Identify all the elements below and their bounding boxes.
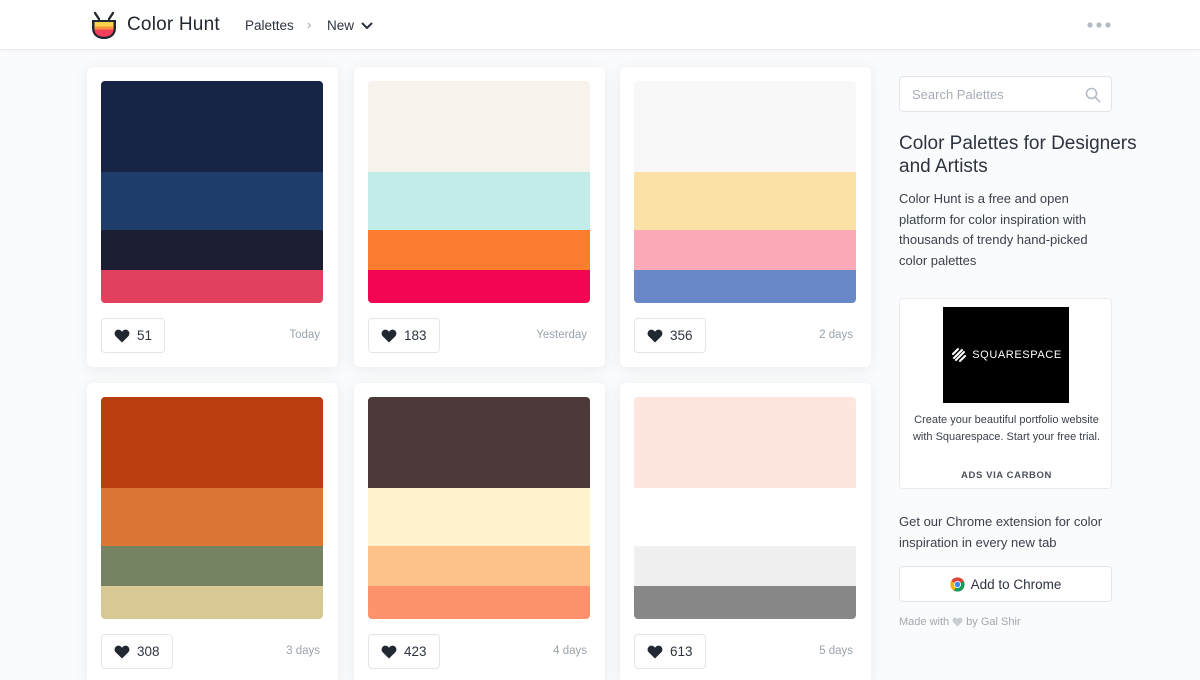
color-band[interactable] — [101, 586, 323, 619]
ad-text[interactable]: Create your beautiful portfolio website … — [910, 412, 1103, 446]
palette-swatch[interactable] — [101, 397, 323, 619]
like-count: 308 — [137, 644, 160, 659]
chrome-icon — [950, 576, 965, 592]
sort-dropdown[interactable]: New — [327, 18, 354, 33]
add-to-chrome-label: Add to Chrome — [970, 576, 1062, 592]
color-band[interactable] — [368, 81, 590, 172]
heart-icon — [381, 645, 397, 658]
like-count: 183 — [404, 328, 427, 343]
color-band[interactable] — [634, 546, 856, 586]
top-bar: Color Hunt Palettes › New — [0, 0, 1200, 50]
like-count: 423 — [404, 644, 427, 659]
palette-swatch[interactable] — [634, 81, 856, 303]
squarespace-logo-icon — [952, 348, 967, 362]
color-band[interactable] — [101, 172, 323, 230]
brand-name[interactable]: Color Hunt — [127, 14, 220, 36]
color-band[interactable] — [368, 546, 590, 586]
breadcrumb-palettes[interactable]: Palettes — [245, 18, 294, 33]
made-with-credit: Made with by Gal Shir — [899, 616, 1021, 628]
like-button[interactable]: 356 — [634, 318, 706, 353]
palette-card: 423 4 days — [354, 383, 605, 680]
color-band[interactable] — [368, 230, 590, 270]
color-band[interactable] — [634, 586, 856, 619]
sidebar-description: Color Hunt is a free and open platform f… — [899, 191, 1088, 268]
palette-card: 356 2 days — [620, 67, 871, 367]
color-band[interactable] — [634, 172, 856, 230]
color-band[interactable] — [368, 270, 590, 303]
palette-swatch[interactable] — [634, 397, 856, 619]
like-button[interactable]: 51 — [101, 318, 166, 353]
breadcrumb-separator: › — [307, 17, 312, 32]
color-band[interactable] — [368, 488, 590, 546]
search-icon[interactable] — [1085, 87, 1101, 103]
heart-icon — [114, 645, 130, 658]
color-hunt-logo-icon[interactable] — [90, 11, 118, 41]
palette-date: Yesterday — [536, 329, 587, 341]
palette-date: 5 days — [819, 645, 853, 657]
color-band[interactable] — [101, 270, 323, 303]
like-count: 51 — [137, 328, 153, 343]
author-link[interactable]: by Gal Shir — [966, 616, 1020, 628]
heart-icon — [114, 329, 130, 342]
ad-brand: SQUARESPACE — [972, 349, 1062, 361]
chevron-down-icon[interactable] — [361, 21, 373, 31]
palette-date: 3 days — [286, 645, 320, 657]
color-band[interactable] — [368, 397, 590, 488]
palette-swatch[interactable] — [368, 81, 590, 303]
color-band[interactable] — [368, 172, 590, 230]
search-input[interactable] — [901, 78, 1081, 110]
ads-via-carbon[interactable]: ADS VIA CARBON — [900, 470, 1113, 481]
color-band[interactable] — [634, 488, 856, 546]
like-count: 613 — [670, 644, 693, 659]
like-count: 356 — [670, 328, 693, 343]
palette-card: 308 3 days — [87, 383, 338, 680]
like-button[interactable]: 613 — [634, 634, 706, 669]
sidebar-heading: Color Palettes for Designers and Artists — [899, 133, 1137, 177]
color-band[interactable] — [101, 488, 323, 546]
ad-image[interactable]: SQUARESPACE — [943, 307, 1069, 403]
color-band[interactable] — [101, 230, 323, 270]
more-dots-icon[interactable] — [1086, 21, 1112, 29]
palette-date: 4 days — [553, 645, 587, 657]
color-band[interactable] — [101, 546, 323, 586]
color-band[interactable] — [634, 230, 856, 270]
palette-date: 2 days — [819, 329, 853, 341]
palette-swatch[interactable] — [101, 81, 323, 303]
color-band[interactable] — [368, 586, 590, 619]
color-band[interactable] — [634, 81, 856, 172]
palette-card: 613 5 days — [620, 383, 871, 680]
like-button[interactable]: 308 — [101, 634, 173, 669]
heart-icon — [952, 617, 963, 627]
palette-date: Today — [289, 329, 320, 341]
heart-icon — [381, 329, 397, 342]
made-with-prefix: Made with — [899, 616, 950, 628]
add-to-chrome-button[interactable]: Add to Chrome — [899, 566, 1112, 602]
heart-icon — [647, 645, 663, 658]
palette-card: 51 Today — [87, 67, 338, 367]
extension-text: Get our Chrome extension for color inspi… — [899, 514, 1103, 550]
like-button[interactable]: 183 — [368, 318, 440, 353]
color-band[interactable] — [101, 397, 323, 488]
search-box[interactable] — [899, 76, 1112, 112]
like-button[interactable]: 423 — [368, 634, 440, 669]
palette-swatch[interactable] — [368, 397, 590, 619]
carbon-ad: SQUARESPACE Create your beautiful portfo… — [899, 298, 1112, 489]
heart-icon — [647, 329, 663, 342]
color-band[interactable] — [101, 81, 323, 172]
color-band[interactable] — [634, 397, 856, 488]
color-band[interactable] — [634, 270, 856, 303]
palette-card: 183 Yesterday — [354, 67, 605, 367]
